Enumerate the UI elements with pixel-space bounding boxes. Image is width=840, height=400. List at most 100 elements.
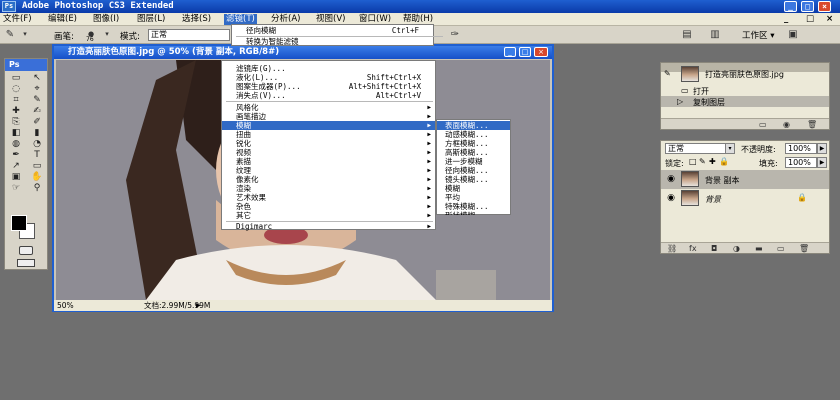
airbrush-icon[interactable]: ✑ — [448, 28, 462, 41]
new-document-from-state-icon[interactable]: ▭ — [759, 120, 767, 129]
blend-mode-select[interactable]: 正常 — [665, 143, 727, 154]
layer-visibility-eye-icon[interactable]: ◉ — [665, 173, 677, 185]
lock-position-icon[interactable]: ✚ — [709, 157, 716, 166]
filter-category-pixelate[interactable]: 像素化 ▶ — [222, 175, 435, 184]
healing-brush-tool-icon[interactable]: ✚ — [6, 106, 26, 116]
doc-window-close-button[interactable]: × — [534, 47, 548, 57]
liquify-item[interactable]: 液化(L)... Shift+Ctrl+X — [222, 73, 435, 82]
blur-radial-item[interactable]: 径向模糊... — [437, 166, 510, 175]
filter-category-texture[interactable]: 纹理 ▶ — [222, 166, 435, 175]
filter-category-artistic[interactable]: 艺术效果 ▶ — [222, 193, 435, 202]
zoom-level[interactable]: 50% — [57, 300, 74, 311]
filter-category-blur[interactable]: 模糊 ▶ — [222, 121, 435, 130]
filter-category-sketch[interactable]: 素描 ▶ — [222, 157, 435, 166]
fill-input[interactable]: 100% — [785, 157, 817, 168]
hand-tool-icon[interactable]: ✋ — [27, 172, 47, 182]
history-item-open[interactable]: ▭ 打开 — [661, 85, 829, 96]
slice-tool-icon[interactable]: ✎ — [27, 95, 47, 105]
pattern-maker-item[interactable]: 图案生成器(P)... Alt+Shift+Ctrl+X — [222, 82, 435, 91]
screen-mode-icon[interactable] — [17, 259, 35, 267]
quick-selection-tool-icon[interactable]: ⌖ — [27, 84, 47, 94]
blur-surface-item[interactable]: 表面模糊... — [437, 121, 510, 130]
document-title[interactable]: 打造亮丽肤色原图.jpg @ 50% (背景 副本, RGB/8#) — [54, 46, 552, 59]
doc-window-maximize-button[interactable]: □ — [519, 47, 531, 57]
blur-box-item[interactable]: 方框模糊... — [437, 139, 510, 148]
filter-category-digimarc[interactable]: Digimarc ▶ — [222, 222, 435, 231]
new-layer-icon[interactable]: ▭ — [777, 244, 785, 253]
menu-layer[interactable]: 图层(L) — [137, 14, 165, 25]
lock-image-icon[interactable]: ✎ — [699, 157, 706, 166]
doc-restore-button[interactable]: □ — [806, 14, 814, 25]
move-tool-icon[interactable]: ↖ — [27, 73, 47, 83]
layer-row-background-copy[interactable]: ◉ 背景 副本 — [661, 170, 829, 189]
pen-tool-icon[interactable]: ✒ — [6, 150, 26, 160]
blur-motion-item[interactable]: 动感模糊... — [437, 130, 510, 139]
blur-item[interactable]: 模糊 — [437, 184, 510, 193]
filter-category-other[interactable]: 其它 ▶ — [222, 211, 435, 220]
type-tool-icon[interactable]: T — [27, 150, 47, 160]
opacity-slider-arrow-icon[interactable]: ▶ — [817, 143, 827, 154]
lock-transparent-icon[interactable]: □ — [689, 157, 697, 166]
vanishing-point-item[interactable]: 消失点(V)... Alt+Ctrl+V — [222, 91, 435, 100]
blur-more-item[interactable]: 进一步模糊 — [437, 157, 510, 166]
clone-stamp-tool-icon[interactable]: ⎘ — [6, 117, 26, 127]
shape-tool-icon[interactable]: ▭ — [27, 161, 47, 171]
filter-category-noise[interactable]: 杂色 ▶ — [222, 202, 435, 211]
workspace-menu[interactable]: 工作区 ▾ — [742, 29, 774, 41]
brush-picker-chevron-down-icon[interactable]: ▾ — [100, 28, 114, 41]
history-brush-source-icon[interactable]: ✎ — [664, 69, 676, 79]
blend-mode-chevron-down-icon[interactable]: ▾ — [725, 143, 735, 154]
doc-minimize-button[interactable]: _ — [784, 14, 788, 25]
layer-row-background[interactable]: ◉ 背景 🔒 — [661, 189, 829, 208]
blur-lens-item[interactable]: 镜头模糊... — [437, 175, 510, 184]
filter-category-sharpen[interactable]: 锐化 ▶ — [222, 139, 435, 148]
mode-select[interactable]: 正常 — [148, 29, 230, 41]
menu-edit[interactable]: 编辑(E) — [48, 14, 77, 25]
palette-well-icon[interactable]: ▤ — [680, 28, 694, 41]
delete-state-icon[interactable]: 🗑 — [807, 120, 817, 129]
marquee-tool-icon[interactable]: ▭ — [6, 73, 26, 83]
history-item-duplicate-layer[interactable]: ▷ 复制图层 — [661, 96, 829, 107]
menu-select[interactable]: 选择(S) — [182, 14, 211, 25]
gradient-tool-icon[interactable]: ▮ — [27, 128, 47, 138]
filter-category-video[interactable]: 视频 ▶ — [222, 148, 435, 157]
maximize-button[interactable]: □ — [801, 1, 814, 12]
blur-tool-icon[interactable]: ◍ — [6, 139, 26, 149]
layer-mask-icon[interactable]: ◘ — [711, 244, 717, 253]
tool-preset-chevron-down-icon[interactable]: ▾ — [18, 28, 32, 41]
filter-menu-last-filter[interactable]: 径向模糊 Ctrl+F — [232, 26, 433, 35]
brush-tool-icon[interactable]: ✎ — [3, 28, 17, 41]
doc-window-minimize-button[interactable]: _ — [504, 47, 516, 57]
close-button[interactable]: × — [818, 1, 831, 12]
notes-tool-icon[interactable]: ▣ — [6, 172, 26, 182]
history-snapshot-thumbnail[interactable] — [681, 66, 699, 82]
filter-gallery-item[interactable]: 滤镜库(G)... — [222, 64, 435, 73]
dodge-tool-icon[interactable]: ◔ — [27, 139, 47, 149]
link-layers-icon[interactable]: ⛓ — [667, 244, 677, 253]
blur-average-item[interactable]: 平均 — [437, 193, 510, 202]
path-selection-tool-icon[interactable]: ↗ — [6, 161, 26, 171]
quick-mask-icon[interactable] — [19, 246, 33, 255]
filter-category-distort[interactable]: 扭曲 ▶ — [222, 130, 435, 139]
new-snapshot-icon[interactable]: ◉ — [783, 120, 790, 129]
brush-tool-icon-2[interactable]: ✍ — [27, 106, 47, 116]
new-group-icon[interactable]: ▬ — [755, 244, 763, 253]
filter-category-brush-strokes[interactable]: 画笔描边 ▶ — [222, 112, 435, 121]
layer-style-icon[interactable]: fx — [689, 244, 697, 253]
lock-all-icon[interactable]: 🔒 — [719, 157, 729, 166]
file-browser-icon[interactable]: ▥ — [708, 28, 722, 41]
filter-category-render[interactable]: 渲染 ▶ — [222, 184, 435, 193]
doc-close-button[interactable]: × — [826, 14, 833, 25]
filter-category-stylize[interactable]: 风格化 ▶ — [222, 103, 435, 112]
fill-slider-arrow-icon[interactable]: ▶ — [817, 157, 827, 168]
crop-tool-icon[interactable]: ⌗ — [6, 95, 26, 105]
adjustment-layer-icon[interactable]: ◑ — [733, 244, 740, 253]
blur-shape-item[interactable]: 形状模糊... — [437, 211, 510, 215]
delete-layer-icon[interactable]: 🗑 — [799, 244, 809, 253]
filter-menu-convert-smart[interactable]: 转换为智能滤镜 — [232, 37, 433, 46]
foreground-color-swatch[interactable] — [11, 215, 27, 231]
panel-toggle-icon[interactable]: ▣ — [786, 28, 800, 41]
minimize-button[interactable]: _ — [784, 1, 797, 12]
menu-file[interactable]: 文件(F) — [3, 14, 32, 25]
eyedropper-tool-icon[interactable]: ☞ — [6, 183, 26, 193]
